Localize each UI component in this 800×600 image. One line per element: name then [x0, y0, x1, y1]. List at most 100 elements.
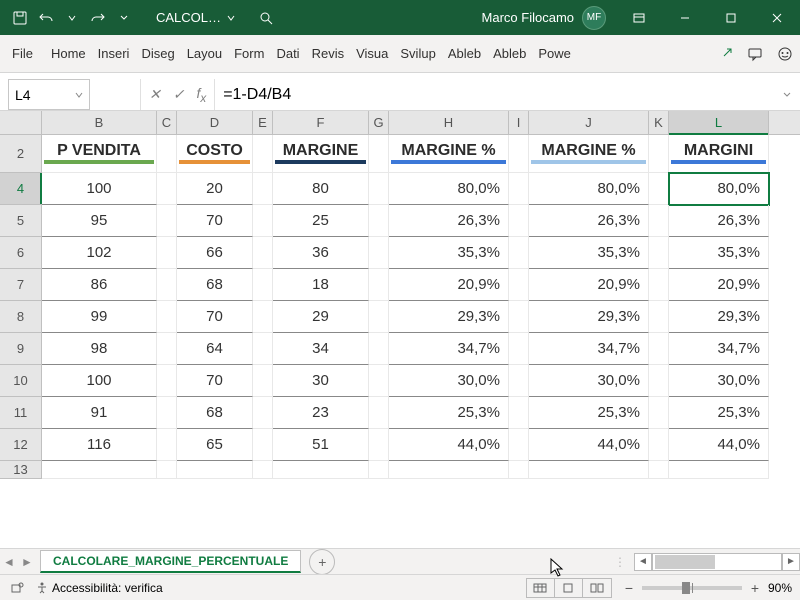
- cell-I13[interactable]: [509, 461, 529, 479]
- cell-J6[interactable]: 35,3%: [529, 237, 649, 269]
- cell-D5[interactable]: 70: [177, 205, 253, 237]
- tab-svilup[interactable]: Svilup: [394, 35, 441, 72]
- cell-D8[interactable]: 70: [177, 301, 253, 333]
- enter-formula-button[interactable]: ✓: [173, 86, 185, 103]
- cell-J4[interactable]: 80,0%: [529, 173, 649, 205]
- cell-C4[interactable]: [157, 173, 177, 205]
- sheet-nav-next[interactable]: ►: [18, 549, 36, 574]
- share-button[interactable]: [710, 35, 740, 72]
- zoom-thumb[interactable]: [682, 582, 690, 594]
- cell-D7[interactable]: 68: [177, 269, 253, 301]
- cell-F10[interactable]: 30: [273, 365, 369, 397]
- cell-H7[interactable]: 20,9%: [389, 269, 509, 301]
- cell-L10[interactable]: 30,0%: [669, 365, 769, 397]
- column-header-B[interactable]: B: [42, 111, 157, 134]
- sheet-nav-prev[interactable]: ◄: [0, 549, 18, 574]
- cell-K10[interactable]: [649, 365, 669, 397]
- cell-I6[interactable]: [509, 237, 529, 269]
- column-header-E[interactable]: E: [253, 111, 273, 134]
- cell-B9[interactable]: 98: [42, 333, 157, 365]
- page-break-view-button[interactable]: [583, 579, 611, 597]
- cell-G12[interactable]: [369, 429, 389, 461]
- cell-D12[interactable]: 65: [177, 429, 253, 461]
- cell-L4[interactable]: 80,0%: [669, 173, 769, 205]
- cell-J10[interactable]: 30,0%: [529, 365, 649, 397]
- tab-home[interactable]: Home: [45, 35, 92, 72]
- document-name[interactable]: CALCOL…: [156, 10, 235, 25]
- cell-B11[interactable]: 91: [42, 397, 157, 429]
- cell-K13[interactable]: [649, 461, 669, 479]
- user-account[interactable]: Marco Filocamo MF: [482, 6, 606, 30]
- cell-F8[interactable]: 29: [273, 301, 369, 333]
- cell-G8[interactable]: [369, 301, 389, 333]
- cell-D11[interactable]: 68: [177, 397, 253, 429]
- cell-H2[interactable]: MARGINE %: [389, 135, 509, 173]
- cancel-formula-button[interactable]: ✕: [149, 86, 161, 103]
- cell-I2[interactable]: [509, 135, 529, 173]
- tab-ableb[interactable]: Ableb: [442, 35, 487, 72]
- new-sheet-button[interactable]: +: [309, 549, 335, 575]
- cell-C2[interactable]: [157, 135, 177, 173]
- cell-B10[interactable]: 100: [42, 365, 157, 397]
- accessibility-status[interactable]: Accessibilità: verifica: [36, 581, 163, 595]
- cell-H13[interactable]: [389, 461, 509, 479]
- horizontal-scrollbar[interactable]: ⋮ ◄ ►: [614, 553, 800, 571]
- help-button[interactable]: [770, 35, 800, 72]
- cell-G9[interactable]: [369, 333, 389, 365]
- tab-visua[interactable]: Visua: [350, 35, 394, 72]
- cell-C5[interactable]: [157, 205, 177, 237]
- cell-I5[interactable]: [509, 205, 529, 237]
- cell-J7[interactable]: 20,9%: [529, 269, 649, 301]
- row-header-11[interactable]: 11: [0, 397, 42, 429]
- cell-G5[interactable]: [369, 205, 389, 237]
- cell-B6[interactable]: 102: [42, 237, 157, 269]
- cell-K12[interactable]: [649, 429, 669, 461]
- tab-file[interactable]: File: [0, 35, 45, 72]
- cell-H6[interactable]: 35,3%: [389, 237, 509, 269]
- cell-C11[interactable]: [157, 397, 177, 429]
- maximize-button[interactable]: [708, 0, 754, 35]
- row-header-4[interactable]: 4: [0, 173, 42, 205]
- cell-J8[interactable]: 29,3%: [529, 301, 649, 333]
- cell-C12[interactable]: [157, 429, 177, 461]
- tab-layou[interactable]: Layou: [181, 35, 228, 72]
- cell-D2[interactable]: COSTO: [177, 135, 253, 173]
- tab-ableb[interactable]: Ableb: [487, 35, 532, 72]
- cell-F5[interactable]: 25: [273, 205, 369, 237]
- cell-J13[interactable]: [529, 461, 649, 479]
- cell-G11[interactable]: [369, 397, 389, 429]
- normal-view-button[interactable]: [527, 579, 555, 597]
- cell-L8[interactable]: 29,3%: [669, 301, 769, 333]
- cell-K8[interactable]: [649, 301, 669, 333]
- cell-E4[interactable]: [253, 173, 273, 205]
- cell-G4[interactable]: [369, 173, 389, 205]
- cell-C10[interactable]: [157, 365, 177, 397]
- cell-L11[interactable]: 25,3%: [669, 397, 769, 429]
- cell-I8[interactable]: [509, 301, 529, 333]
- undo-button[interactable]: [34, 6, 58, 30]
- cell-J11[interactable]: 25,3%: [529, 397, 649, 429]
- cell-L9[interactable]: 34,7%: [669, 333, 769, 365]
- cell-B5[interactable]: 95: [42, 205, 157, 237]
- page-layout-view-button[interactable]: [555, 579, 583, 597]
- cell-I4[interactable]: [509, 173, 529, 205]
- tab-dati[interactable]: Dati: [270, 35, 305, 72]
- cell-F7[interactable]: 18: [273, 269, 369, 301]
- cell-G6[interactable]: [369, 237, 389, 269]
- cell-H4[interactable]: 80,0%: [389, 173, 509, 205]
- row-header-6[interactable]: 6: [0, 237, 42, 269]
- row-header-8[interactable]: 8: [0, 301, 42, 333]
- save-button[interactable]: [8, 6, 32, 30]
- cell-I10[interactable]: [509, 365, 529, 397]
- cell-K6[interactable]: [649, 237, 669, 269]
- comments-button[interactable]: [740, 35, 770, 72]
- row-header-13[interactable]: 13: [0, 461, 42, 479]
- cell-E7[interactable]: [253, 269, 273, 301]
- cell-K5[interactable]: [649, 205, 669, 237]
- zoom-in-button[interactable]: +: [748, 580, 762, 596]
- cell-D13[interactable]: [177, 461, 253, 479]
- cell-D9[interactable]: 64: [177, 333, 253, 365]
- cell-L5[interactable]: 26,3%: [669, 205, 769, 237]
- column-header-F[interactable]: F: [273, 111, 369, 134]
- cell-K4[interactable]: [649, 173, 669, 205]
